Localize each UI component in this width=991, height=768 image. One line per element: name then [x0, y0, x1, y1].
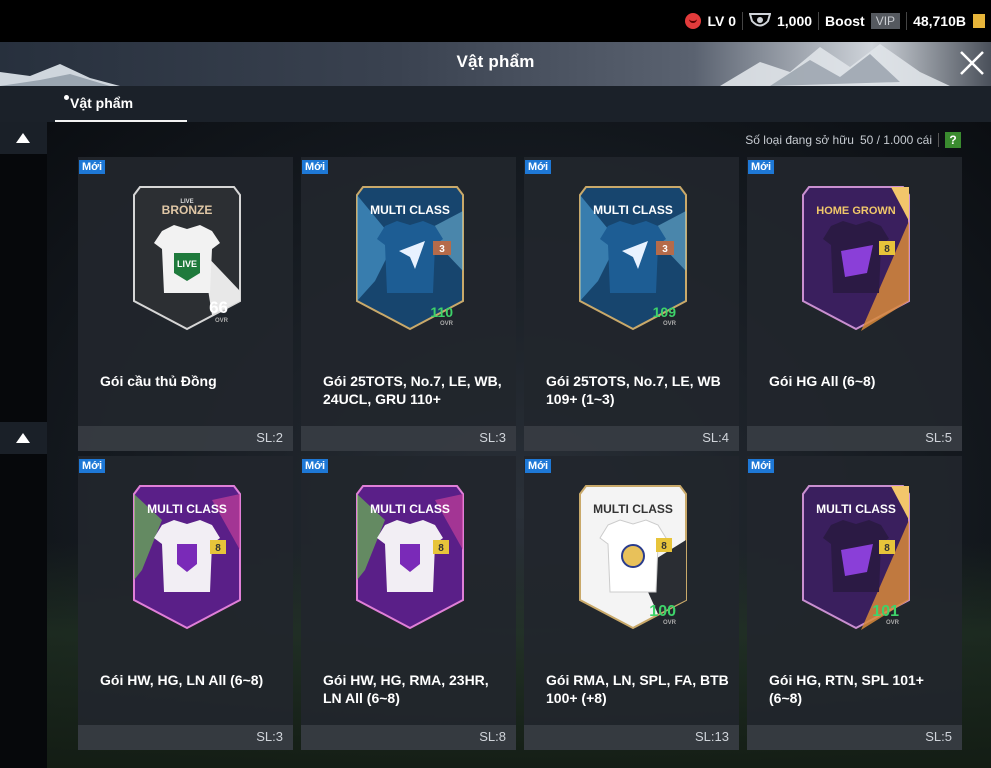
scroll-up-button-row2[interactable]	[0, 422, 47, 454]
shield-icon	[749, 13, 771, 27]
card-ovr-label: OVR	[886, 620, 900, 626]
shield-count: 1,000	[777, 13, 813, 29]
divider	[906, 12, 908, 30]
item-quantity: SL:13	[695, 729, 729, 744]
card-title: BRONZE	[162, 203, 213, 217]
card-ovr-label: OVR	[440, 321, 454, 327]
item-card-7[interactable]: Mới 8 MULTI CLASS 100 OVR Gói RMA, LN, S…	[524, 456, 739, 750]
card-ovr: 101	[872, 603, 899, 620]
item-card-4[interactable]: Mới 8 HOME GROWN Gói HG All (6~8) SL:5	[747, 157, 962, 451]
inventory-content: Số loại đang sở hữu 50 / 1.000 cái ? Mới…	[47, 122, 991, 768]
item-card-2[interactable]: Mới 3 MULTI CLASS 110 OVR Gói 25TOTS, No…	[301, 157, 516, 451]
multi-class-purple-pack-card-art: 8 MULTI CLASS	[133, 485, 241, 630]
item-quantity: SL:4	[702, 430, 729, 445]
home-grown-pack-card-art: 8 HOME GROWN	[802, 186, 910, 331]
owned-count-row: Số loại đang sở hữu 50 / 1.000 cái ?	[745, 132, 961, 148]
card-tier: 8	[884, 543, 890, 554]
card-live-text: LIVE	[177, 259, 197, 269]
item-quantity: SL:3	[479, 430, 506, 445]
new-badge: Mới	[748, 160, 775, 174]
card-title: MULTI CLASS	[816, 502, 896, 516]
item-card-8[interactable]: Mới 8 MULTI CLASS 101 OVR Gói HG, RTN, S…	[747, 456, 962, 750]
card-ovr: 66	[209, 298, 228, 317]
tab-active-dot-icon	[64, 95, 69, 100]
item-card-1[interactable]: Mới LIVE LIVE BRONZE 66 OVR Gói cầu thủ …	[78, 157, 293, 451]
arrow-up-icon	[16, 133, 30, 143]
card-ovr-label: OVR	[215, 318, 229, 324]
card-ovr-label: OVR	[663, 321, 677, 327]
divider	[938, 133, 939, 147]
multi-class-purple-pack-card-art: 8 MULTI CLASS	[356, 485, 464, 630]
item-quantity: SL:2	[256, 430, 283, 445]
card-ovr: 109	[653, 304, 677, 320]
new-badge: Mới	[302, 459, 329, 473]
new-badge: Mới	[79, 459, 106, 473]
new-badge: Mới	[525, 459, 552, 473]
divider	[818, 12, 820, 30]
divider	[742, 12, 743, 30]
item-quantity: SL:3	[256, 729, 283, 744]
title-bar: Vật phẩm	[0, 42, 991, 86]
card-ovr-label: OVR	[663, 620, 677, 626]
card-title: HOME GROWN	[816, 205, 895, 217]
left-scroll-bar	[0, 122, 47, 768]
card-tier: 8	[215, 543, 221, 554]
item-card-6[interactable]: Mới 8 MULTI CLASS Gói HW, HG, RMA, 23HR,…	[301, 456, 516, 750]
top-stats: LV 0 1,000 Boost VIP 48,710B	[685, 0, 985, 42]
arrow-up-icon	[16, 433, 30, 443]
tab-items[interactable]: Vật phẩm	[55, 86, 187, 122]
owned-label: Số loại đang sở hữu	[745, 133, 854, 147]
card-tier: 8	[884, 244, 890, 255]
item-quantity: SL:8	[479, 729, 506, 744]
boost-label[interactable]: Boost	[825, 13, 865, 29]
item-quantity: SL:5	[925, 729, 952, 744]
new-badge: Mới	[302, 160, 329, 174]
card-title: MULTI CLASS	[593, 502, 673, 516]
level-label: LV 0	[707, 13, 736, 29]
help-button[interactable]: ?	[945, 132, 961, 148]
close-icon[interactable]	[951, 44, 991, 84]
level-face-icon	[685, 13, 702, 29]
item-name: Gói cầu thủ Đồng	[100, 373, 217, 389]
coin-icon	[973, 14, 985, 28]
item-card-5[interactable]: Mới 8 MULTI CLASS Gói HW, HG, LN All (6~…	[78, 456, 293, 750]
card-title: MULTI CLASS	[370, 203, 450, 217]
card-title: MULTI CLASS	[593, 203, 673, 217]
new-badge: Mới	[748, 459, 775, 473]
vip-badge: VIP	[870, 13, 901, 29]
item-name: Gói RMA, LN, SPL, FA, BTB 100+ (+8)	[546, 672, 729, 706]
multi-class-hg-pack-card-art: 8 MULTI CLASS 101 OVR	[802, 485, 910, 630]
scroll-up-button[interactable]	[0, 122, 47, 154]
tab-label: Vật phẩm	[70, 95, 134, 111]
card-tier: 8	[438, 543, 444, 554]
new-badge: Mới	[79, 160, 106, 174]
multi-class-pack-card-art: 3 MULTI CLASS 110 OVR	[356, 186, 464, 331]
tab-bar: Vật phẩm	[0, 86, 991, 122]
card-ovr: 100	[649, 603, 676, 620]
card-title: MULTI CLASS	[147, 502, 227, 516]
multi-class-pack-card-art: 3 MULTI CLASS 109 OVR	[579, 186, 687, 331]
new-badge: Mới	[525, 160, 552, 174]
item-name: Gói HW, HG, LN All (6~8)	[100, 672, 264, 688]
card-ovr: 110	[430, 304, 453, 320]
card-tier: 3	[439, 244, 445, 255]
card-tier: 8	[661, 541, 667, 552]
owned-count: 50 / 1.000 cái	[859, 133, 932, 147]
card-title: MULTI CLASS	[370, 502, 450, 516]
item-name: Gói HW, HG, RMA, 23HR, LN All (6~8)	[323, 672, 489, 706]
item-quantity: SL:5	[925, 430, 952, 445]
bronze-pack-card-art: LIVE LIVE BRONZE 66 OVR	[133, 186, 241, 331]
multi-class-white-pack-card-art: 8 MULTI CLASS 100 OVR	[579, 485, 687, 630]
currency-amount: 48,710B	[913, 13, 966, 29]
card-tier: 3	[662, 244, 668, 255]
item-name: Gói 25TOTS, No.7, LE, WB, 24UCL, GRU 110…	[323, 373, 502, 407]
item-name: Gói 25TOTS, No.7, LE, WB 109+ (1~3)	[546, 373, 721, 407]
top-bar: LV 0 1,000 Boost VIP 48,710B	[0, 0, 991, 42]
page-title: Vật phẩm	[456, 52, 535, 71]
item-name: Gói HG All (6~8)	[769, 373, 876, 389]
item-card-3[interactable]: Mới 3 MULTI CLASS 109 OVR Gói 25TOTS, No…	[524, 157, 739, 451]
item-name: Gói HG, RTN, SPL 101+ (6~8)	[769, 672, 924, 706]
